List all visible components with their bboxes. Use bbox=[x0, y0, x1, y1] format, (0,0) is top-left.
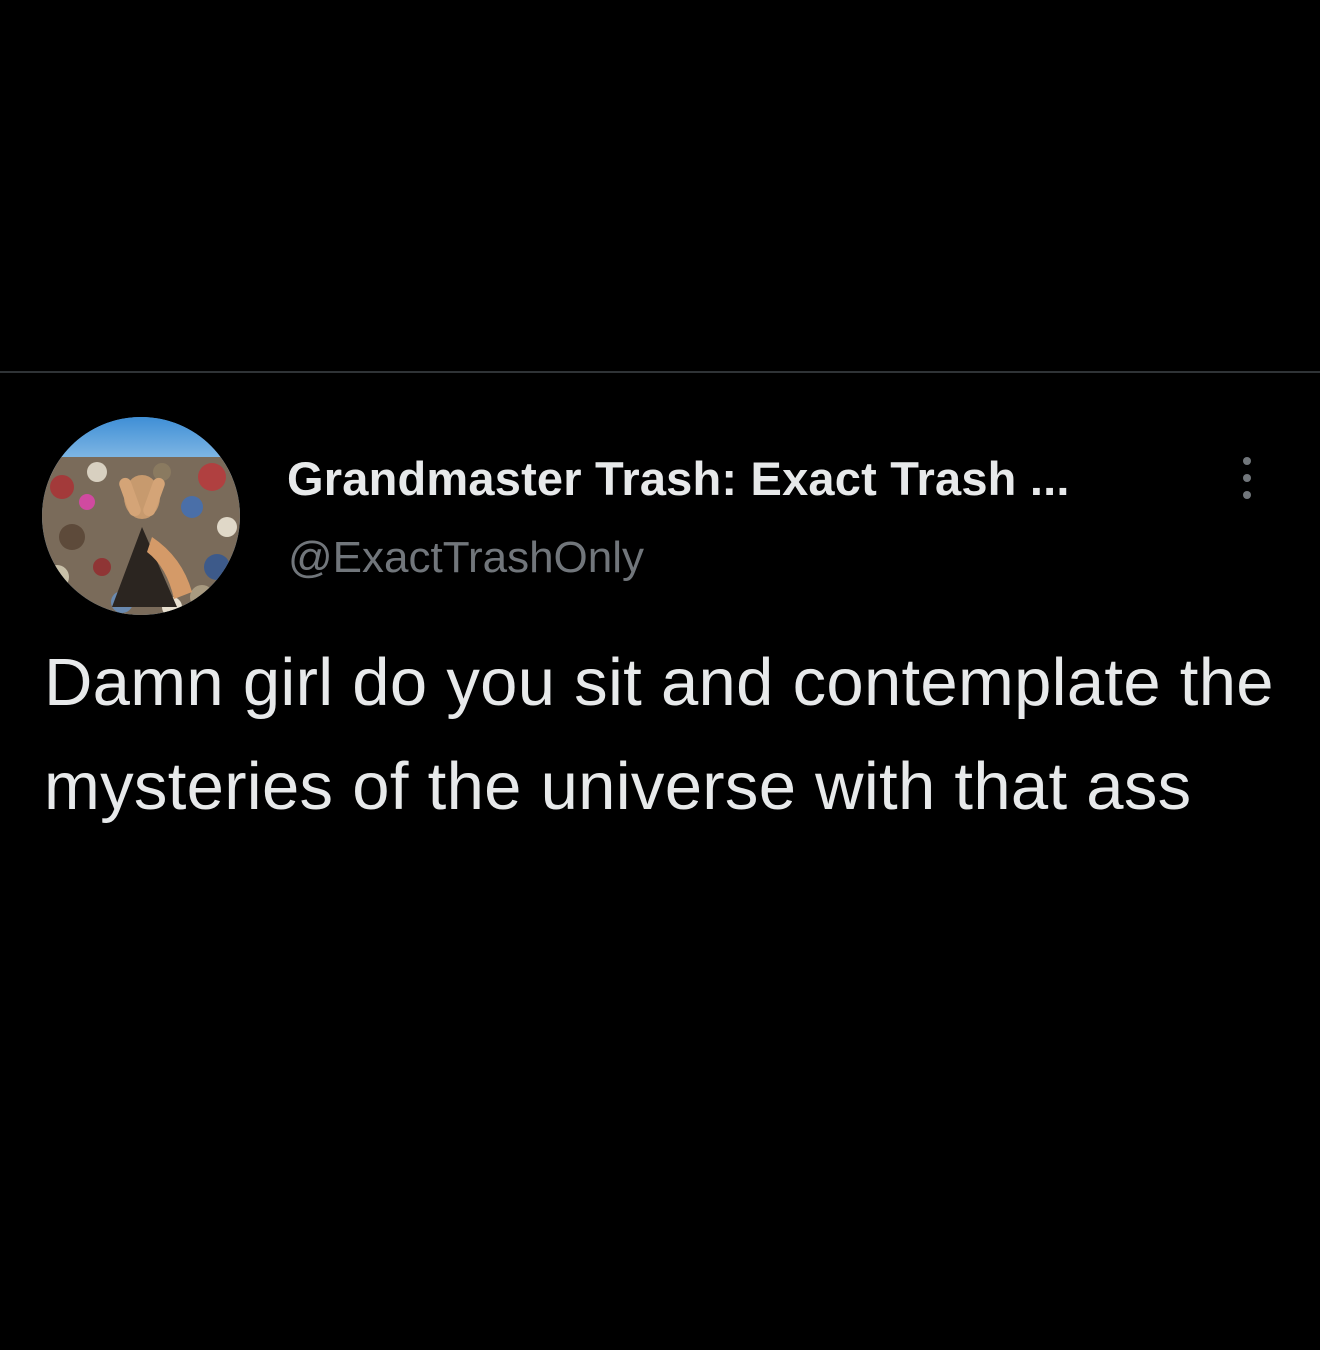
author-handle[interactable]: @ExactTrashOnly bbox=[288, 533, 644, 583]
tweet-card[interactable]: Grandmaster Trash: Exact Trash ... @Exac… bbox=[0, 373, 1320, 1350]
tweet-text: Damn girl do you sit and contemplate the… bbox=[44, 645, 1274, 824]
avatar-image bbox=[42, 417, 240, 615]
author-display-name[interactable]: Grandmaster Trash: Exact Trash ... bbox=[287, 451, 1070, 506]
more-vertical-icon[interactable] bbox=[1232, 453, 1262, 503]
avatar[interactable] bbox=[42, 417, 240, 615]
